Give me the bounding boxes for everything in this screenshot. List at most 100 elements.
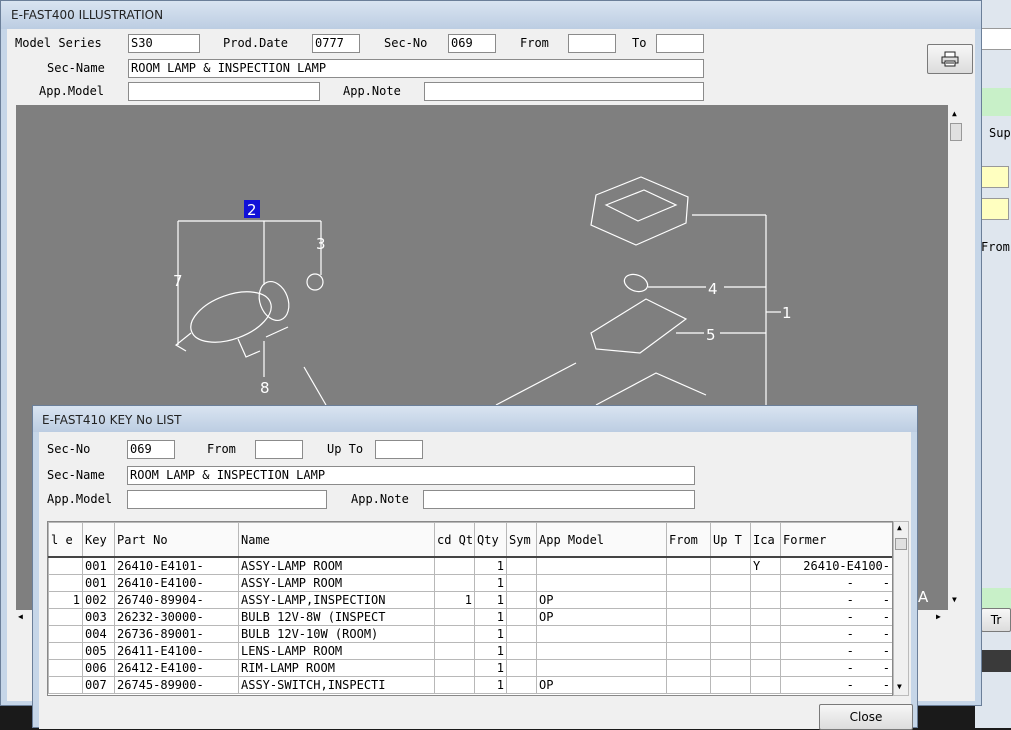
cell-key[interactable]: 005: [82, 642, 115, 660]
cell-cdqt[interactable]: 1: [434, 591, 475, 609]
table-row[interactable]: 005 26411-E4100- LENS-LAMP ROOM 1 - -: [48, 642, 892, 660]
cell-former[interactable]: - -: [780, 608, 892, 626]
cell-name[interactable]: ASSY-LAMP,INSPECTION: [238, 591, 435, 609]
cell-from[interactable]: [666, 676, 711, 694]
cell-name[interactable]: ASSY-LAMP ROOM: [238, 556, 435, 575]
cell-from[interactable]: [666, 574, 711, 592]
cell-from[interactable]: [666, 556, 711, 575]
cell-sym[interactable]: [506, 556, 537, 575]
cell-app[interactable]: [536, 556, 667, 575]
cell-app[interactable]: [536, 659, 667, 677]
cell-app[interactable]: [536, 625, 667, 643]
cell-ica[interactable]: [750, 676, 781, 694]
table-scroll-down-icon[interactable]: ▼: [897, 682, 902, 691]
cell-part[interactable]: 26412-E4100-: [114, 659, 239, 677]
cell-key[interactable]: 002: [82, 591, 115, 609]
col-header-level[interactable]: l e: [48, 522, 83, 558]
cell-key[interactable]: 003: [82, 608, 115, 626]
cell-app[interactable]: [536, 642, 667, 660]
cell-name[interactable]: BULB 12V-10W (ROOM): [238, 625, 435, 643]
cell-app[interactable]: OP: [536, 608, 667, 626]
cell-name[interactable]: ASSY-LAMP ROOM: [238, 574, 435, 592]
cell-sym[interactable]: [506, 642, 537, 660]
cell-former[interactable]: - -: [780, 642, 892, 660]
cell-cdqt[interactable]: [434, 642, 475, 660]
key-app-note-field[interactable]: [423, 490, 695, 509]
key-sec-name-field[interactable]: ROOM LAMP & INSPECTION LAMP: [127, 466, 695, 485]
cell-part[interactable]: 26411-E4100-: [114, 642, 239, 660]
cell-name[interactable]: LENS-LAMP ROOM: [238, 642, 435, 660]
scroll-right-icon[interactable]: ▶: [936, 612, 941, 621]
sec-name-field[interactable]: ROOM LAMP & INSPECTION LAMP: [128, 59, 704, 78]
scrollbar-thumb[interactable]: [950, 123, 962, 141]
cell-from[interactable]: [666, 591, 711, 609]
cell-lvl[interactable]: [48, 608, 83, 626]
cell-from[interactable]: [666, 608, 711, 626]
background-button[interactable]: Tr: [981, 608, 1011, 632]
callout-2[interactable]: 2: [247, 201, 257, 219]
key-app-model-field[interactable]: [127, 490, 327, 509]
cell-qty[interactable]: 1: [474, 556, 507, 575]
scroll-down-icon[interactable]: ▼: [952, 595, 957, 604]
callout-4[interactable]: 4: [708, 280, 718, 298]
callout-1[interactable]: 1: [782, 304, 792, 322]
print-button[interactable]: [927, 44, 973, 74]
cell-key[interactable]: 004: [82, 625, 115, 643]
scroll-left-icon[interactable]: ◀: [18, 612, 23, 621]
col-header-key[interactable]: Key: [82, 522, 115, 558]
cell-sym[interactable]: [506, 659, 537, 677]
cell-lvl[interactable]: [48, 556, 83, 575]
cell-part[interactable]: 26410-E4100-: [114, 574, 239, 592]
key-from-field[interactable]: [255, 440, 303, 459]
cell-part[interactable]: 26736-89001-: [114, 625, 239, 643]
cell-sym[interactable]: [506, 625, 537, 643]
callout-5[interactable]: 5: [706, 326, 716, 344]
cell-key[interactable]: 006: [82, 659, 115, 677]
cell-from[interactable]: [666, 642, 711, 660]
cell-name[interactable]: BULB 12V-8W (INSPECT: [238, 608, 435, 626]
to-field[interactable]: [656, 34, 704, 53]
cell-ica[interactable]: [750, 608, 781, 626]
table-row[interactable]: 007 26745-89900- ASSY-SWITCH,INSPECTI 1 OP - …: [48, 676, 892, 694]
table-scrollbar-thumb[interactable]: [895, 538, 907, 550]
cell-upto[interactable]: [710, 659, 751, 677]
app-model-field[interactable]: [128, 82, 320, 101]
cell-key[interactable]: 001: [82, 556, 115, 575]
cell-sym[interactable]: [506, 608, 537, 626]
scroll-up-icon[interactable]: ▲: [952, 109, 957, 118]
col-header-ica[interactable]: Ica: [750, 522, 781, 558]
cell-ica[interactable]: [750, 574, 781, 592]
cell-ica[interactable]: [750, 659, 781, 677]
cell-cdqt[interactable]: [434, 608, 475, 626]
cell-from[interactable]: [666, 659, 711, 677]
model-series-field[interactable]: S30: [128, 34, 200, 53]
drawing-vertical-scrollbar[interactable]: ▲ ▼: [948, 105, 965, 610]
cell-qty[interactable]: 1: [474, 608, 507, 626]
cell-part[interactable]: 26740-89904-: [114, 591, 239, 609]
callout-3[interactable]: 3: [316, 235, 326, 253]
cell-key[interactable]: 007: [82, 676, 115, 694]
cell-qty[interactable]: 1: [474, 591, 507, 609]
col-header-former[interactable]: Former: [780, 522, 892, 558]
cell-upto[interactable]: [710, 574, 751, 592]
cell-lvl[interactable]: [48, 642, 83, 660]
cell-ica[interactable]: Y: [750, 556, 781, 575]
cell-qty[interactable]: 1: [474, 625, 507, 643]
cell-name[interactable]: RIM-LAMP ROOM: [238, 659, 435, 677]
cell-upto[interactable]: [710, 676, 751, 694]
table-row[interactable]: 006 26412-E4100- RIM-LAMP ROOM 1 - -: [48, 659, 892, 677]
cell-upto[interactable]: [710, 625, 751, 643]
col-header-from[interactable]: From: [666, 522, 711, 558]
cell-sym[interactable]: [506, 676, 537, 694]
cell-key[interactable]: 001: [82, 574, 115, 592]
cell-lvl[interactable]: [48, 659, 83, 677]
cell-cdqt[interactable]: [434, 625, 475, 643]
cell-upto[interactable]: [710, 642, 751, 660]
table-row[interactable]: 001 26410-E4101- ASSY-LAMP ROOM 1 Y 26410-E41…: [48, 556, 892, 575]
cell-qty[interactable]: 1: [474, 659, 507, 677]
cell-part[interactable]: 26232-30000-: [114, 608, 239, 626]
cell-former[interactable]: - -: [780, 659, 892, 677]
key-up-to-field[interactable]: [375, 440, 423, 459]
table-row[interactable]: 001 26410-E4100- ASSY-LAMP ROOM 1 - -: [48, 574, 892, 592]
cell-former[interactable]: - -: [780, 591, 892, 609]
